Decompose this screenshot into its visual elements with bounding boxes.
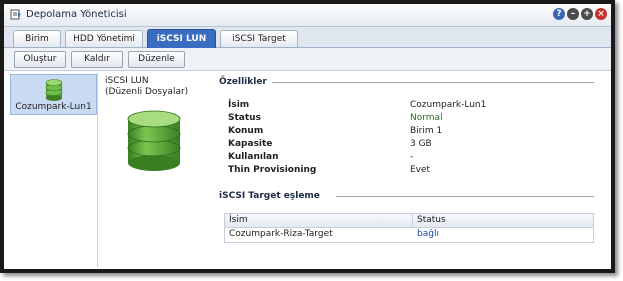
tab-bar: Birim HDD Yönetimi iSCSI LUN iSCSI Targe… [4, 27, 611, 48]
minimize-button[interactable]: – [567, 8, 579, 20]
mapping-divider [336, 196, 594, 197]
close-button[interactable]: × [595, 8, 607, 20]
table-row-name[interactable]: Cozumpark-Riza-Target [229, 228, 409, 241]
prop-value-used: - [410, 152, 414, 162]
storage-manager-icon [10, 9, 21, 20]
tab-iscsi-lun[interactable]: iSCSI LUN [147, 29, 216, 48]
lun-list-item-label: Cozumpark-Lun1 [15, 102, 92, 112]
prop-label-status: Status [228, 113, 261, 123]
lun-list: Cozumpark-Lun1 [9, 73, 98, 267]
toolbar: Oluştur Kaldır Düzenle [4, 48, 611, 71]
prop-label-used: Kullanılan [228, 152, 279, 162]
table-row-status[interactable]: bağlı [417, 228, 587, 241]
prop-value-status: Normal [410, 113, 443, 123]
tab-iscsi-target[interactable]: iSCSI Target [220, 30, 298, 47]
target-mapping-table: İsim Status Cozumpark-Riza-Target bağlı [224, 213, 594, 243]
window-title: Depolama Yöneticisi [26, 9, 127, 20]
window-frame: Depolama Yöneticisi ? – + × Birim HDD Yö… [0, 0, 615, 273]
prop-value-thin-provisioning: Evet [410, 165, 431, 175]
lun-title: iSCSI LUN [105, 76, 149, 86]
maximize-button[interactable]: + [581, 8, 593, 20]
prop-value-location: Birim 1 [410, 126, 443, 136]
column-header-status[interactable]: Status [413, 214, 593, 228]
mapping-heading: iSCSI Target eşleme [219, 191, 320, 201]
lun-header: iSCSI LUN (Düzenli Dosyalar) [105, 76, 188, 98]
database-icon [127, 110, 181, 171]
prop-value-name: Cozumpark-Lun1 [410, 100, 487, 110]
prop-label-name: İsim [228, 100, 250, 110]
main-content: Cozumpark-Lun1 iSCSI LUN (Düzenli Dosyal… [4, 71, 611, 269]
database-icon [45, 79, 63, 101]
prop-label-location: Konum [228, 126, 264, 136]
title-bar: Depolama Yöneticisi ? – + × [4, 4, 611, 27]
prop-label-thin-provisioning: Thin Provisioning [228, 165, 317, 175]
properties-divider [272, 82, 594, 83]
storage-manager-window: Depolama Yöneticisi ? – + × Birim HDD Yö… [4, 4, 611, 269]
column-header-name[interactable]: İsim [225, 214, 413, 228]
prop-value-capacity: 3 GB [410, 139, 432, 149]
remove-button[interactable]: Kaldır [71, 51, 123, 68]
prop-label-capacity: Kapasite [228, 139, 273, 149]
properties-heading: Özellikler [219, 77, 267, 87]
create-button[interactable]: Oluştur [14, 51, 66, 68]
help-button[interactable]: ? [553, 8, 565, 20]
tab-birim[interactable]: Birim [13, 30, 61, 47]
lun-subtitle: (Düzenli Dosyalar) [105, 87, 189, 97]
edit-button[interactable]: Düzenle [128, 51, 185, 68]
tab-hdd-yonetimi[interactable]: HDD Yönetimi [65, 30, 143, 47]
lun-list-item[interactable]: Cozumpark-Lun1 [10, 74, 97, 115]
